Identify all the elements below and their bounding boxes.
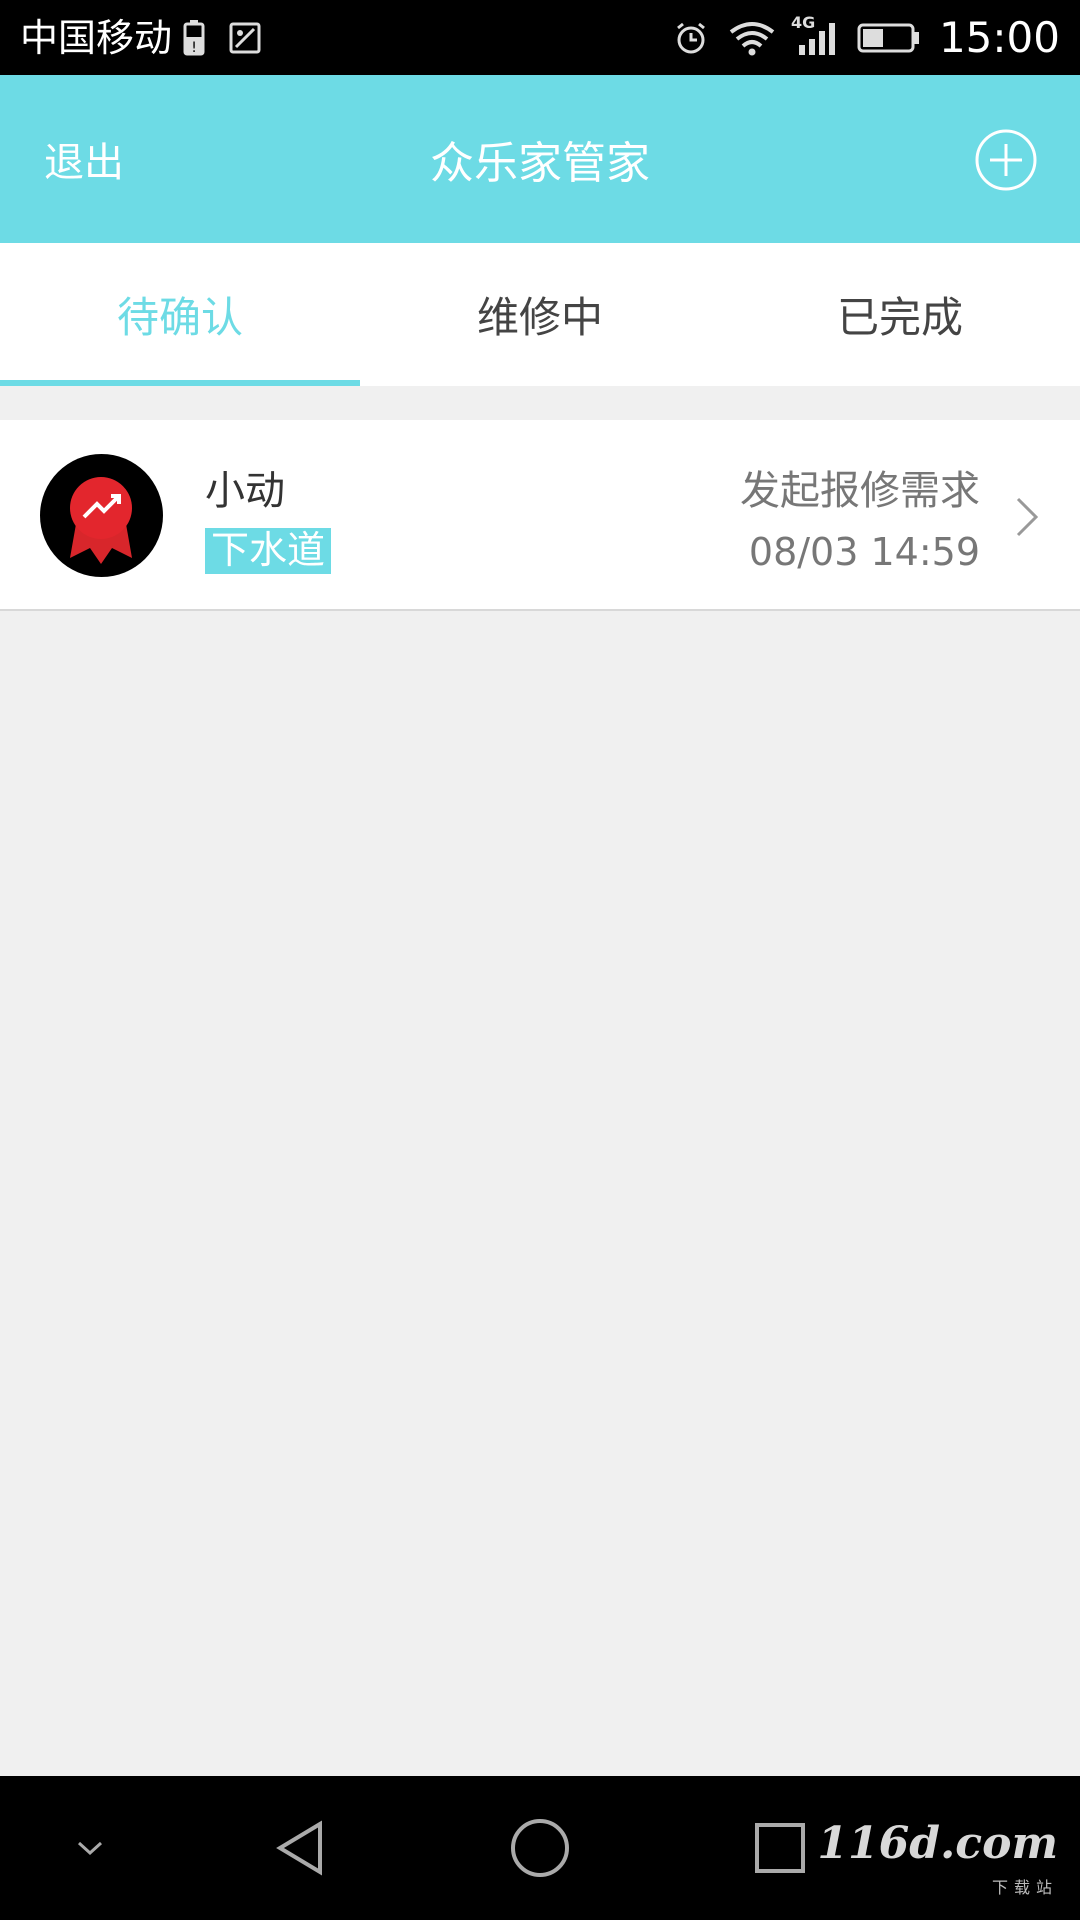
avatar: [40, 454, 163, 577]
signal-icon: 4G: [791, 13, 839, 57]
recents-button[interactable]: [740, 1776, 820, 1920]
watermark-logo: 116d.com: [817, 1818, 1058, 1869]
status-right: 4G 15:00: [673, 12, 1060, 62]
status-left: 中国移动 !: [20, 19, 262, 57]
exit-button[interactable]: 退出: [44, 75, 124, 243]
plus-circle-icon: [975, 129, 1037, 191]
order-time: 08/03 14:59: [748, 530, 980, 574]
home-icon: [511, 1819, 569, 1877]
order-status: 发起报修需求: [740, 468, 980, 514]
tab-in-repair[interactable]: 维修中: [360, 243, 720, 386]
add-button[interactable]: [974, 128, 1038, 192]
status-bar: 中国移动 ! 4G 15:00: [0, 0, 1080, 75]
svg-text:!: !: [191, 40, 197, 56]
tab-pending-confirmation[interactable]: 待确认: [0, 243, 360, 386]
tab-bar: 待确认 维修中 已完成: [0, 243, 1080, 386]
back-icon: [276, 1820, 322, 1876]
home-button[interactable]: [500, 1776, 580, 1920]
clock: 15:00: [938, 12, 1060, 62]
tab-completed[interactable]: 已完成: [720, 243, 1080, 386]
collapse-button[interactable]: [60, 1776, 120, 1920]
list-item[interactable]: 小动 下水道 发起报修需求 08/03 14:59: [0, 420, 1080, 611]
recents-icon: [755, 1823, 805, 1873]
wifi-icon: [727, 20, 777, 56]
alarm-icon: [673, 20, 709, 56]
network-type: 4G: [790, 12, 816, 32]
category-tag: 下水道: [205, 528, 332, 574]
back-button[interactable]: [260, 1776, 340, 1920]
navigation-bar: 116d.com 下载站: [0, 1776, 1080, 1920]
battery-icon: [857, 21, 921, 55]
collapse-icon: [77, 1841, 103, 1856]
watermark-subtitle: 下载站: [991, 1878, 1058, 1897]
battery-alert-icon: !: [182, 19, 210, 57]
chevron-right-icon: [1012, 495, 1042, 539]
ribbon-badge-icon: [70, 477, 132, 564]
page-title: 众乐家管家: [430, 138, 650, 189]
user-name: 小动: [205, 468, 285, 514]
carrier-name: 中国移动: [20, 15, 173, 60]
image-icon: [228, 21, 262, 55]
app-header: 退出 众乐家管家: [0, 75, 1080, 243]
